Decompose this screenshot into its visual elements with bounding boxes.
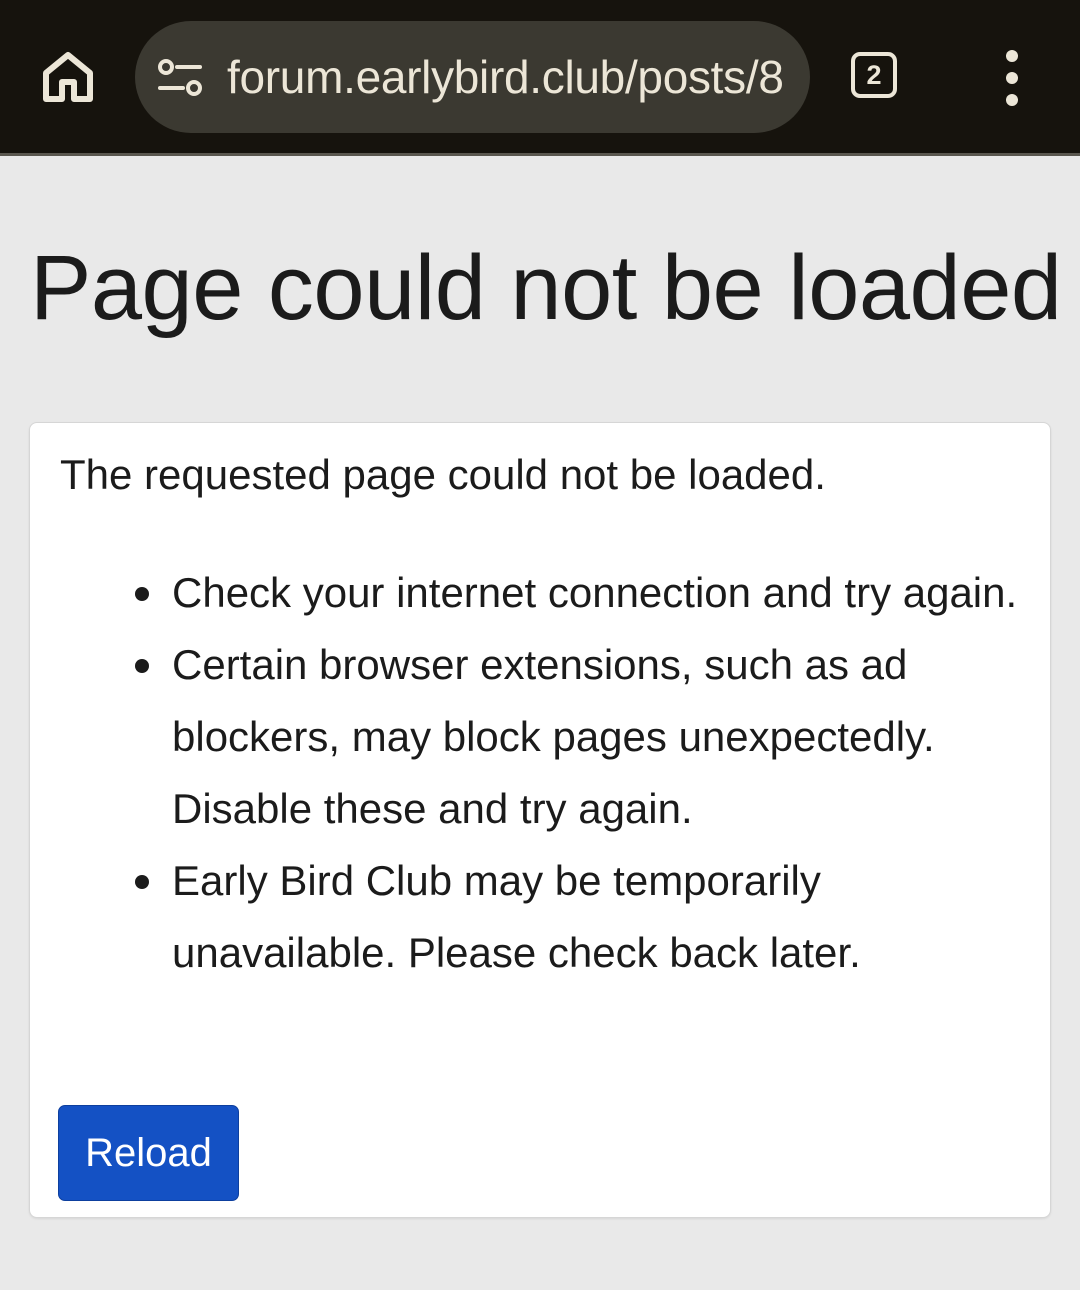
menu-dot [1006, 50, 1018, 62]
tab-count: 2 [866, 59, 882, 90]
menu-dot [1006, 72, 1018, 84]
bullet-icon [135, 875, 149, 889]
bullet-icon [135, 659, 149, 673]
address-bar[interactable]: forum.earlybird.club/posts/8 [135, 21, 810, 133]
tip-text: Check your internet connection and try a… [172, 569, 1018, 616]
tab-switcher-button[interactable]: 2 [851, 52, 897, 98]
list-item: Early Bird Club may be temporarily unava… [135, 845, 1022, 989]
bullet-icon [135, 587, 149, 601]
home-icon [43, 52, 93, 102]
tip-text: Early Bird Club may be temporarily unava… [172, 857, 861, 976]
menu-dot [1006, 94, 1018, 106]
home-button[interactable] [38, 46, 98, 108]
error-card: The requested page could not be loaded. … [29, 422, 1051, 1218]
list-item: Check your internet connection and try a… [135, 557, 1022, 629]
more-vert-icon[interactable] [986, 50, 1038, 106]
tip-text: Certain browser extensions, such as ad b… [172, 641, 935, 832]
error-message: The requested page could not be loaded. [60, 451, 826, 498]
browser-toolbar: forum.earlybird.club/posts/8 2 [0, 0, 1080, 156]
reload-button[interactable]: Reload [58, 1105, 239, 1201]
url-text[interactable]: forum.earlybird.club/posts/8 [227, 21, 787, 133]
tune-icon[interactable] [157, 57, 203, 99]
list-item: Certain browser extensions, such as ad b… [135, 629, 1022, 845]
troubleshooting-list: Check your internet connection and try a… [135, 557, 1022, 989]
page-title: Page could not be loaded [30, 237, 1062, 339]
